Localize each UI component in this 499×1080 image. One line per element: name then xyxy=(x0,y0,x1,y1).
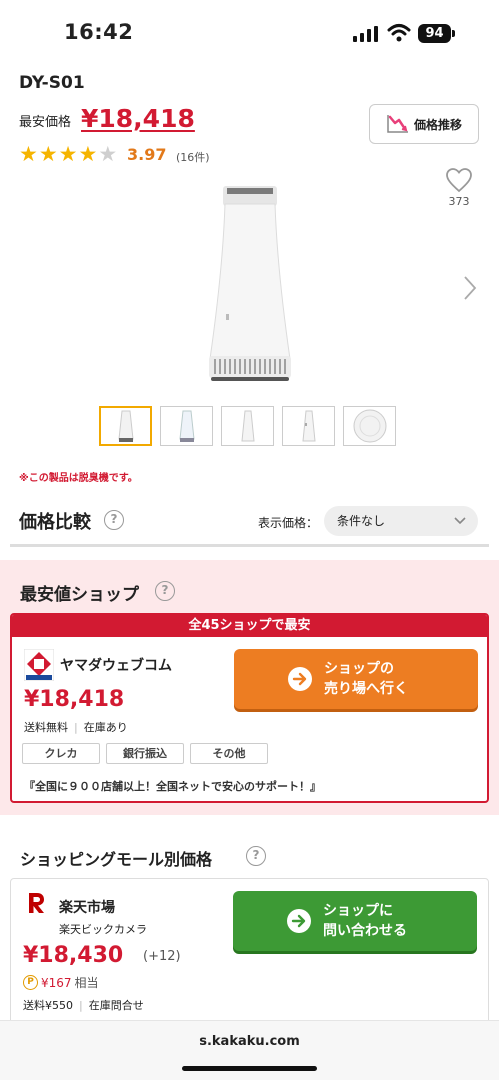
home-indicator[interactable] xyxy=(182,1066,317,1071)
product-note: ※この製品は脱臭機です。 xyxy=(19,473,138,484)
arrow-right-circle-icon xyxy=(288,667,312,691)
mall-shipping-info: 送料¥550 | 在庫問合せ xyxy=(23,999,144,1012)
star-icon: ★ xyxy=(19,142,38,166)
shop-catch-copy: 『全国に９００店舗以上！全国ネットで安心のサポート！』 xyxy=(24,780,321,793)
next-image-arrow[interactable] xyxy=(462,274,478,302)
star-empty-icon: ★ xyxy=(98,142,118,166)
shipping-fee: 送料無料 xyxy=(24,721,68,734)
display-price-label: 表示価格： xyxy=(258,516,319,530)
mall-shop-name: 楽天ビックカメラ xyxy=(59,923,147,936)
help-icon[interactable]: ? xyxy=(104,510,124,530)
rating-value: 3.97 xyxy=(127,145,167,164)
stock-status: 在庫あり xyxy=(83,721,128,734)
rating-stars: ★ ★ ★ ★ ★ xyxy=(19,142,117,166)
help-icon[interactable]: ? xyxy=(155,581,175,601)
price-trend-button[interactable]: 価格推移 xyxy=(369,104,479,144)
thumbnail-image xyxy=(301,410,316,442)
mall-stock-status: 在庫問合せ xyxy=(88,999,144,1012)
mall-price-title: ショッピングモール別価格 xyxy=(20,850,213,869)
thumbnail-image xyxy=(240,410,255,442)
go-to-shop-label: ショップの 売り場へ行く xyxy=(324,661,408,697)
points-info: P ¥167 相当 xyxy=(23,974,99,991)
product-name: DY-S01 xyxy=(19,73,85,93)
best-shop-banner: 全45ショップで最安 xyxy=(12,615,487,637)
best-shop-card: 全45ショップで最安 ヤマダウェブコム ¥18,418 送料無料 | 在庫あり クレ… xyxy=(10,613,489,803)
payment-tag: 銀行振込 xyxy=(106,743,184,764)
shipping-info: 送料無料 | 在庫あり xyxy=(24,721,128,734)
points-value: ¥167 xyxy=(41,975,72,990)
thumbnail-2[interactable] xyxy=(160,406,213,446)
mall-shipping-fee: 送料¥550 xyxy=(23,999,73,1012)
divider xyxy=(10,544,489,547)
thumbnail-image xyxy=(353,409,386,443)
favorite-count: 373 xyxy=(448,195,470,208)
cellular-signal-icon xyxy=(353,26,378,42)
point-icon: P xyxy=(23,975,38,990)
payment-tags: クレカ 銀行振込 その他 xyxy=(22,743,268,764)
url-text[interactable]: s.kakaku.com xyxy=(0,1034,499,1049)
payment-tag: その他 xyxy=(190,743,268,764)
help-icon[interactable]: ? xyxy=(246,846,266,866)
status-time: 16:42 xyxy=(64,20,134,44)
battery-nub xyxy=(452,30,455,37)
mall-name[interactable]: 楽天市場 xyxy=(59,897,115,917)
star-icon: ★ xyxy=(78,142,98,166)
lowest-price-label: 最安価格 xyxy=(19,115,72,130)
payment-tag: クレカ xyxy=(22,743,100,764)
thumbnail-1[interactable] xyxy=(99,406,152,446)
go-to-shop-button[interactable]: ショップの 売り場へ行く xyxy=(234,649,478,709)
product-image[interactable] xyxy=(205,184,295,384)
price-difference: (+12) xyxy=(143,949,181,964)
battery-icon: 94 xyxy=(418,24,451,43)
rakuten-logo-icon xyxy=(29,893,44,913)
yamada-logo-icon xyxy=(24,649,54,681)
mall-card: 楽天市場 楽天ビックカメラ ¥18,430 (+12) P ¥167 相当 送料… xyxy=(10,878,489,1028)
thumbnail-3[interactable] xyxy=(221,406,274,446)
compare-title: 価格比較 xyxy=(19,512,91,533)
thumbnail-image xyxy=(178,410,195,442)
arrow-right-circle-icon xyxy=(287,909,311,933)
thumbnail-image xyxy=(117,410,134,442)
price-trend-label: 価格推移 xyxy=(413,117,462,132)
inquire-shop-label: ショップに 問い合わせる xyxy=(323,903,407,939)
condition-value: 条件なし xyxy=(337,514,386,528)
shop-name[interactable]: ヤマダウェブコム xyxy=(60,655,172,675)
best-shop-title: 最安値ショップ xyxy=(20,585,139,605)
lowest-price[interactable]: ¥18,418 xyxy=(81,104,195,133)
thumbnail-strip xyxy=(99,406,396,446)
mall-price: ¥18,430 xyxy=(23,943,124,968)
star-icon: ★ xyxy=(58,142,78,166)
chevron-down-icon xyxy=(454,517,466,525)
thumbnail-5[interactable] xyxy=(343,406,396,446)
price-chart-icon xyxy=(387,115,408,133)
star-icon: ★ xyxy=(38,142,58,166)
review-count[interactable]: (16件) xyxy=(176,149,210,165)
wifi-icon xyxy=(387,24,411,42)
best-shop-section: 最安値ショップ ? 全45ショップで最安 ヤマダウェブコム ¥18,418 送料… xyxy=(0,560,499,815)
heart-icon[interactable] xyxy=(445,167,473,193)
inquire-shop-button[interactable]: ショップに 問い合わせる xyxy=(233,891,477,951)
shop-price: ¥18,418 xyxy=(24,687,125,712)
status-bar: 16:42 94 xyxy=(0,0,499,66)
points-suffix: 相当 xyxy=(74,976,99,990)
browser-url-bar[interactable]: s.kakaku.com xyxy=(0,1020,499,1080)
condition-select[interactable]: 条件なし xyxy=(324,506,478,536)
thumbnail-4[interactable] xyxy=(282,406,335,446)
